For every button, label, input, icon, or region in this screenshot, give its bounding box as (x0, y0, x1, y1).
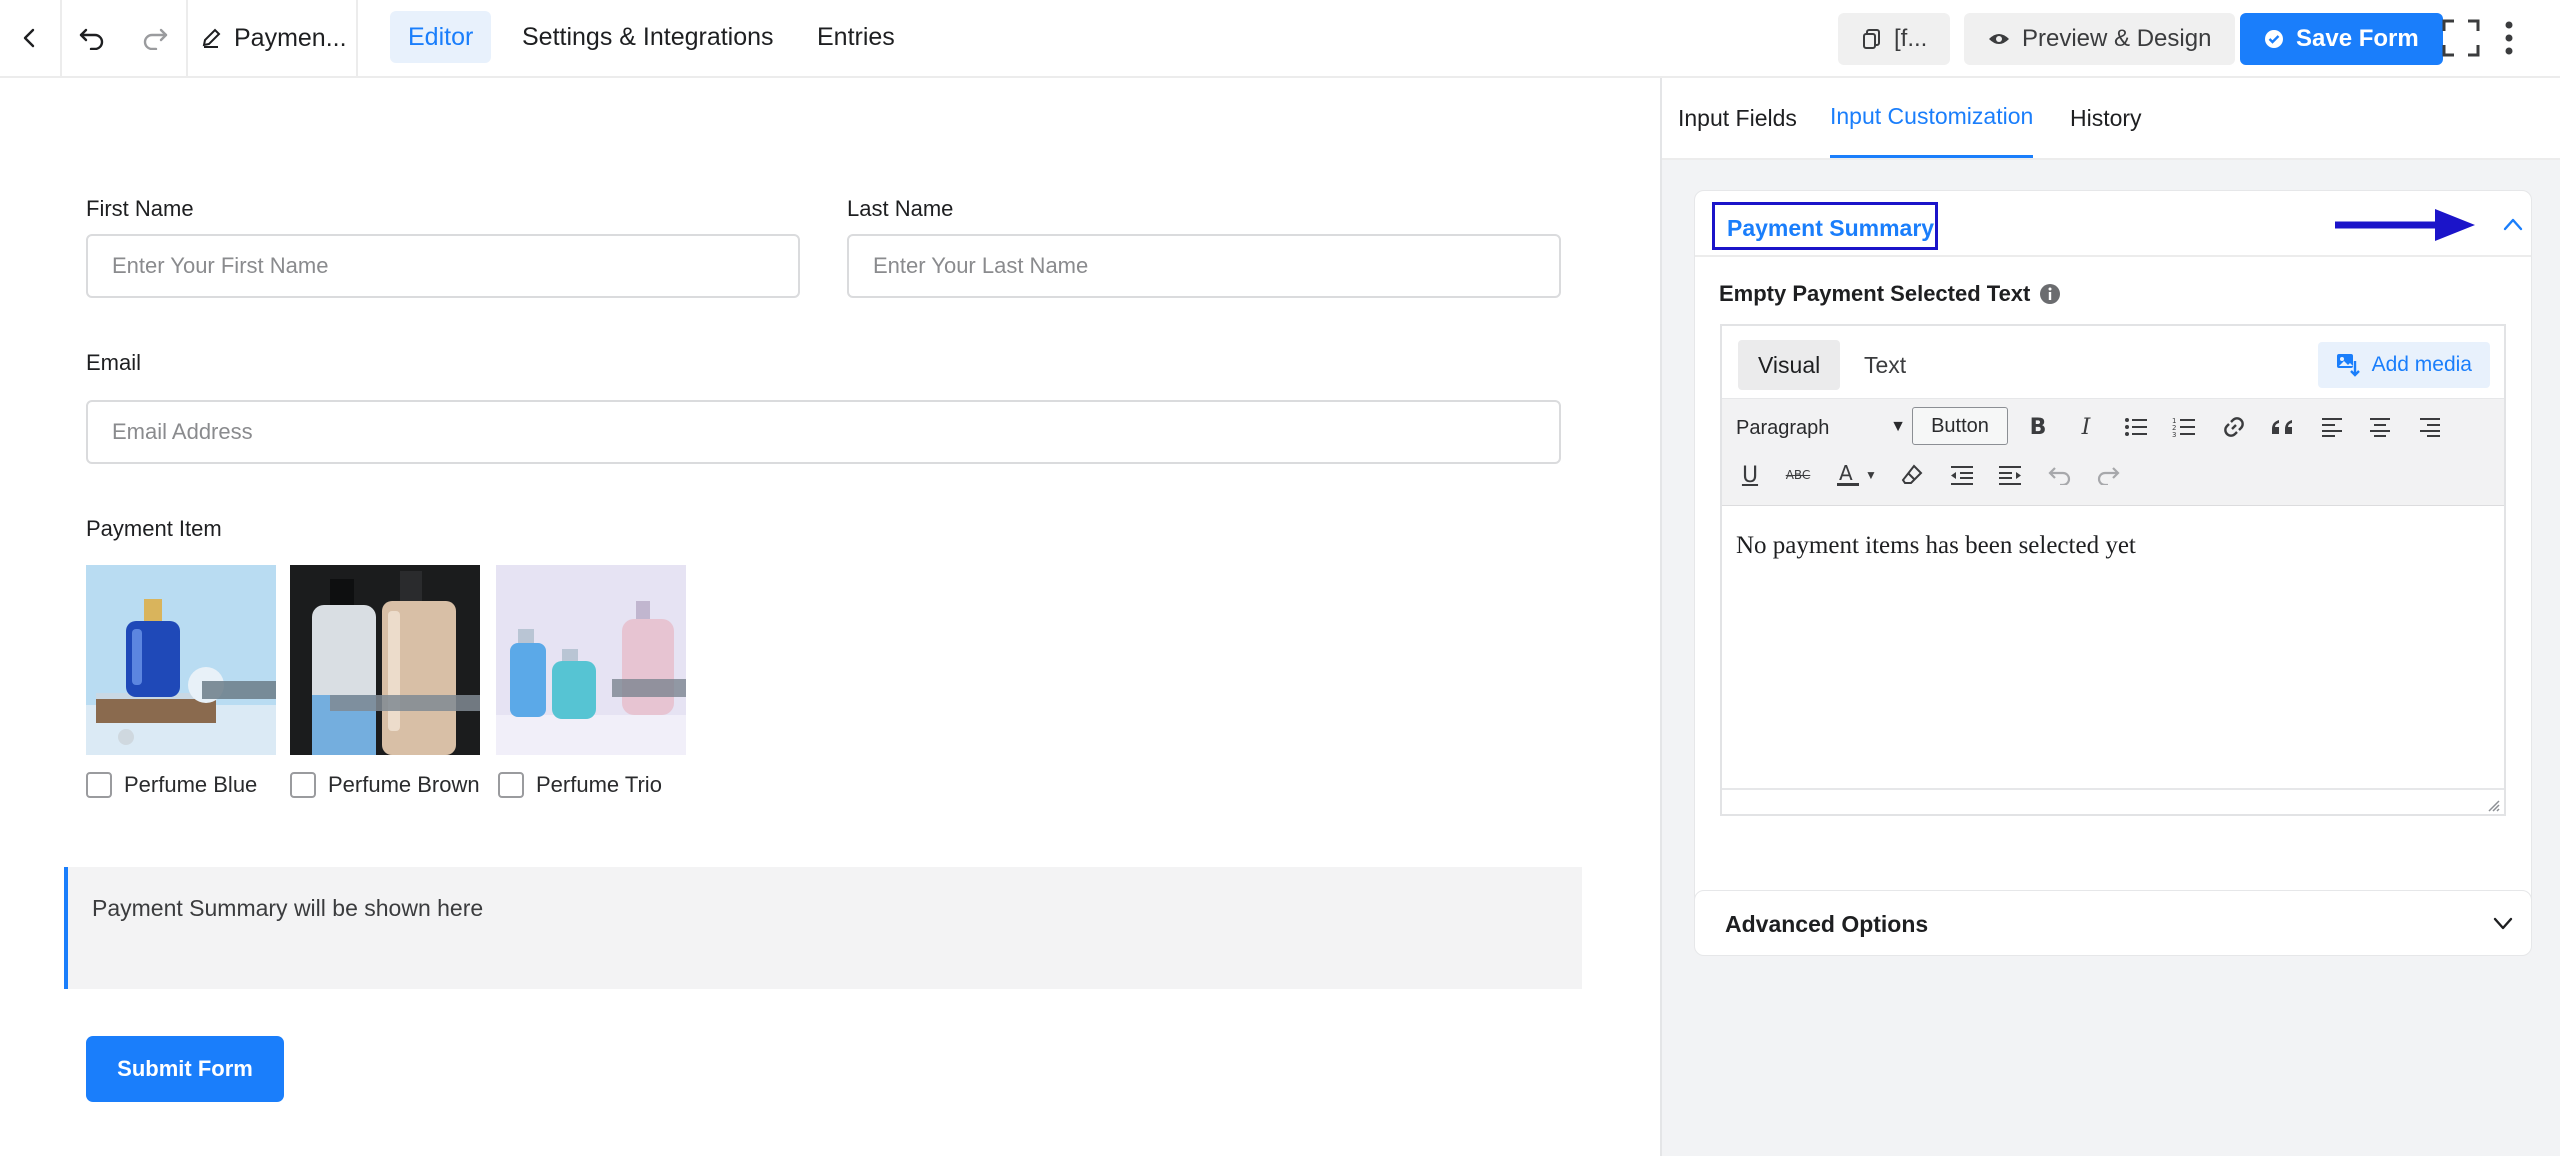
tab-editor[interactable]: Editor (390, 11, 492, 63)
redo-icon (143, 28, 168, 50)
more-vertical-icon (2505, 21, 2513, 55)
payment-summary-placeholder-text: Payment Summary will be shown here (92, 895, 484, 921)
bulleted-list-icon[interactable] (2116, 407, 2156, 447)
undo-icon (79, 28, 104, 50)
shortcode-button[interactable]: [f... (1838, 13, 1950, 65)
tab-input-fields[interactable]: Input Fields (1678, 78, 1797, 158)
perfume-brown-image[interactable] (290, 565, 480, 755)
last-name-label: Last Name (847, 196, 954, 221)
svg-text:A: A (1839, 462, 1853, 485)
chevron-down-icon[interactable] (2493, 917, 2513, 931)
perfume-blue-checkbox[interactable] (86, 772, 112, 798)
save-form-button[interactable]: Save Form (2240, 13, 2443, 65)
editor-statusbar (1722, 788, 2504, 814)
submit-form-button[interactable]: Submit Form (86, 1036, 284, 1102)
eye-icon (1989, 34, 2009, 44)
outdent-icon[interactable] (1942, 455, 1982, 495)
form-title[interactable]: Paymen... (200, 0, 350, 76)
fullscreen-button[interactable] (2440, 0, 2482, 76)
chevron-left-icon (23, 28, 35, 48)
underline-icon[interactable]: U (1730, 455, 1770, 495)
perfume-trio-image[interactable] (496, 565, 686, 755)
align-right-icon[interactable] (2410, 407, 2450, 447)
annotation-arrow-icon (2335, 209, 2475, 241)
panel-tabs: Input Fields Input Customization History (1662, 78, 2560, 160)
undo-button[interactable] (62, 0, 122, 76)
caret-down-icon: ▼ (1890, 418, 1906, 435)
first-name-label: First Name (86, 196, 194, 221)
editor-content[interactable]: No payment items has been selected yet (1736, 532, 2136, 560)
empty-payment-text-label: Empty Payment Selected Text (1719, 281, 2031, 306)
perfume-trio-option[interactable]: Perfume Trio (498, 772, 662, 798)
tab-entries[interactable]: Entries (799, 11, 913, 63)
format-select[interactable]: Paragraph ▼ (1730, 408, 1910, 448)
perfume-brown-option[interactable]: Perfume Brown (290, 772, 480, 798)
copy-icon (1863, 29, 1880, 49)
redo-button[interactable] (124, 0, 186, 76)
pencil-icon (202, 28, 221, 48)
text-color-dropdown-icon[interactable]: ▼ (1858, 455, 1884, 495)
save-label: Save Form (2296, 25, 2419, 52)
payment-summary-placeholder[interactable]: Payment Summary will be shown here (64, 867, 1582, 989)
more-options-button[interactable] (2492, 0, 2526, 76)
perfume-blue-image[interactable] (86, 565, 276, 755)
tab-history[interactable]: History (2070, 78, 2142, 158)
indent-icon[interactable] (1990, 455, 2030, 495)
email-label: Email (86, 350, 142, 375)
media-icon (2336, 354, 2360, 377)
editor-toolbar: Paragraph ▼ Button B I 123 U ABC A ▼ (1722, 398, 2504, 506)
payment-item-label: Payment Item (86, 516, 222, 541)
tab-visual[interactable]: Visual (1738, 340, 1841, 390)
rich-text-editor: Visual Text Add media Paragraph ▼ Button… (1720, 324, 2506, 816)
align-left-icon[interactable] (2312, 407, 2352, 447)
clear-formatting-icon[interactable] (1892, 455, 1932, 495)
fullscreen-icon (2442, 19, 2480, 57)
preview-design-button[interactable]: Preview & Design (1964, 13, 2236, 65)
annotation-highlight-box (1712, 202, 1938, 250)
italic-icon[interactable]: I (2066, 407, 2106, 447)
info-icon[interactable] (2039, 283, 2061, 305)
chevron-up-icon[interactable] (2503, 217, 2523, 231)
tab-settings-integrations[interactable]: Settings & Integrations (504, 11, 792, 63)
bold-icon[interactable]: B (2018, 407, 2058, 447)
perfume-trio-checkbox[interactable] (498, 772, 524, 798)
perfume-trio-label: Perfume Trio (536, 772, 662, 797)
blockquote-icon[interactable] (2262, 407, 2302, 447)
perfume-brown-label: Perfume Brown (328, 772, 480, 797)
perfume-blue-option[interactable]: Perfume Blue (86, 772, 257, 798)
advanced-options-card[interactable]: Advanced Options (1694, 890, 2532, 956)
tab-input-customization[interactable]: Input Customization (1830, 78, 2034, 158)
tab-text[interactable]: Text (1844, 340, 1926, 390)
perfume-blue-label: Perfume Blue (124, 772, 258, 797)
settings-panel: Input Fields Input Customization History… (1660, 78, 2560, 1156)
perfume-brown-checkbox[interactable] (290, 772, 316, 798)
top-bar: Paymen... Editor Settings & Integrations… (0, 0, 2560, 78)
svg-text:3: 3 (2172, 431, 2176, 438)
numbered-list-icon[interactable]: 123 (2164, 407, 2204, 447)
editor-mode-tabs: Visual Text Add media (1722, 326, 2504, 398)
editor-undo-icon[interactable] (2040, 455, 2080, 495)
format-select-value: Paragraph (1736, 416, 1830, 439)
link-icon[interactable] (2214, 407, 2254, 447)
resize-handle-icon[interactable] (2484, 796, 2500, 812)
preview-label: Preview & Design (2022, 25, 2212, 52)
last-name-input[interactable]: Enter Your Last Name (847, 234, 1561, 298)
editor-redo-icon[interactable] (2088, 455, 2128, 495)
add-media-label: Add media (2371, 353, 2472, 376)
first-name-input[interactable]: Enter Your First Name (86, 234, 800, 298)
button-insert-tool[interactable]: Button (1912, 407, 2008, 445)
add-media-button[interactable]: Add media (2317, 342, 2490, 388)
strikethrough-icon[interactable]: ABC (1778, 455, 1818, 495)
shortcode-label: [f... (1894, 25, 1928, 52)
back-button[interactable] (0, 0, 60, 76)
advanced-options-title: Advanced Options (1725, 911, 1929, 937)
align-center-icon[interactable] (2360, 407, 2400, 447)
form-title-text: Paymen... (234, 23, 347, 52)
check-circle-icon (2265, 30, 2283, 48)
email-input[interactable]: Email Address (86, 400, 1561, 464)
